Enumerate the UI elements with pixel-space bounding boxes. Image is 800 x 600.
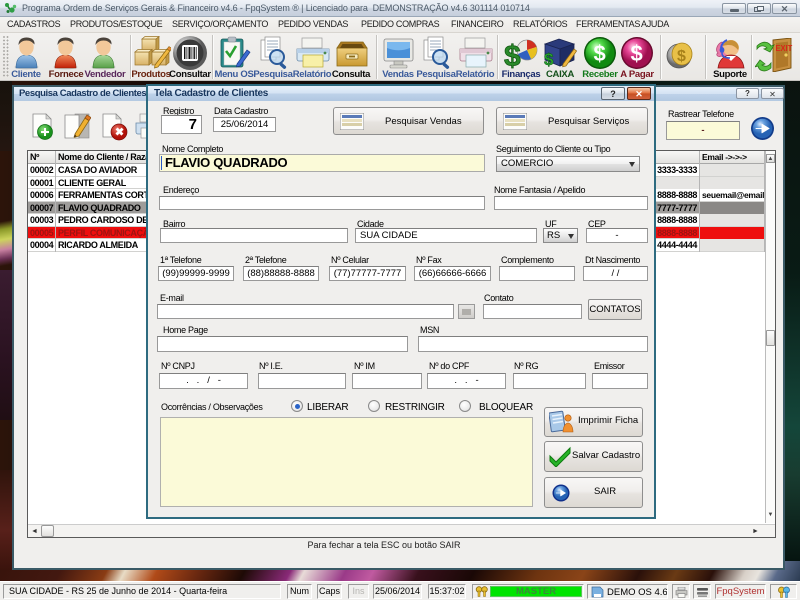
svg-text:EXIT: EXIT	[776, 44, 793, 53]
svg-text:$: $	[544, 50, 554, 69]
svg-text:$: $	[631, 41, 643, 66]
svg-text:$: $	[504, 40, 521, 70]
svg-text:$: $	[677, 48, 686, 65]
svg-text:$: $	[594, 41, 606, 66]
